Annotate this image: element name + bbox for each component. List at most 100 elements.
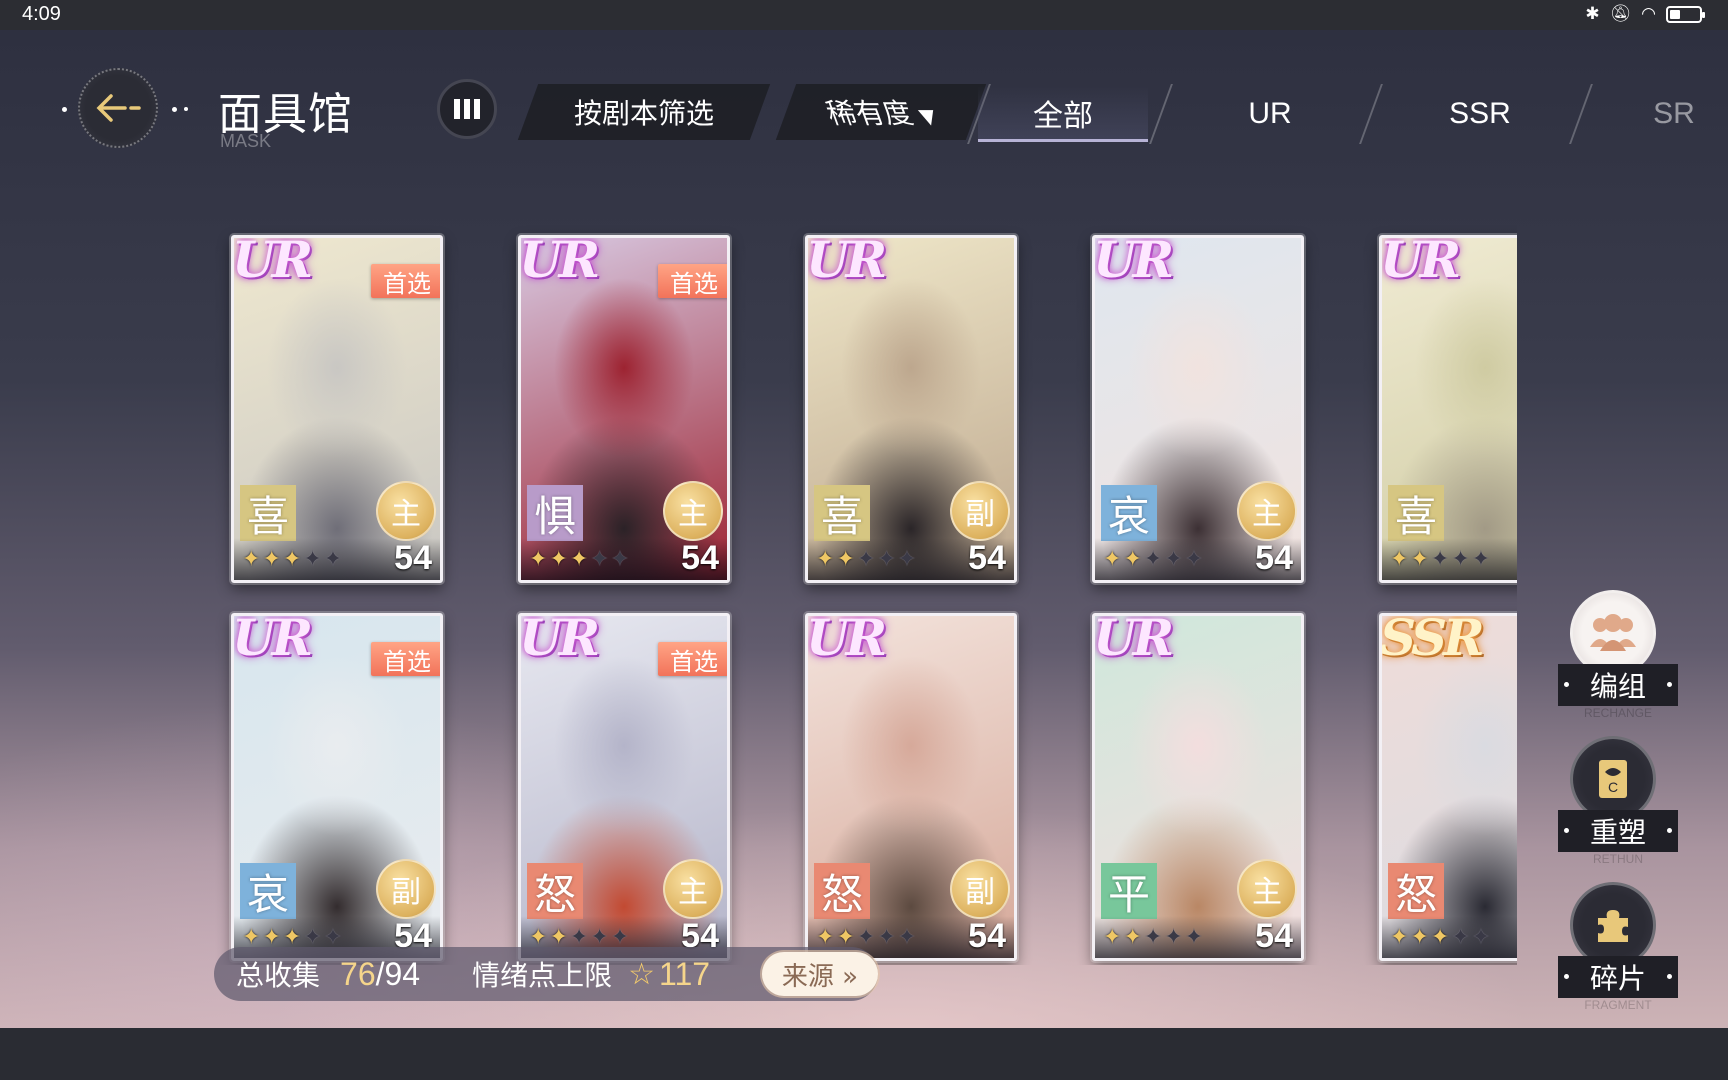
- mask-card[interactable]: UR 平主 ✦ ✦ ✦ ✦ ✦ 54: [1092, 613, 1304, 961]
- star-filled-icon: ✦: [836, 546, 855, 572]
- emotion-badge: 哀: [1101, 485, 1157, 541]
- star-filled-icon: ✦: [569, 546, 589, 572]
- mask-card[interactable]: UR 首选哀副 ✦ ✦ ✦ ✦ ✦ 54: [231, 613, 443, 961]
- star-empty-icon: ✦: [1451, 546, 1470, 572]
- star-empty-icon: ✦: [1164, 546, 1183, 572]
- star-empty-icon: ✦: [590, 924, 609, 950]
- emotion-badge: 惧: [527, 485, 583, 541]
- mask-card[interactable]: UR 怒副 ✦ ✦ ✦ ✦ ✦ 54: [805, 613, 1017, 961]
- role-badge: 主: [663, 481, 723, 541]
- reshape-button-label: 重塑: [1558, 810, 1678, 852]
- rarity-badge: UR: [806, 613, 887, 667]
- back-button[interactable]: [78, 68, 158, 148]
- tab-sr[interactable]: SR: [1620, 86, 1728, 142]
- team-button-label: 编组: [1558, 664, 1678, 706]
- star-filled-icon: ✦: [816, 924, 835, 950]
- wifi-icon: ◠: [1641, 4, 1656, 24]
- preferred-badge: 首选: [371, 264, 440, 298]
- star-empty-icon: ✦: [323, 924, 343, 950]
- team-button-en: RECHANGE: [1583, 706, 1652, 720]
- decor-dot: [172, 107, 177, 112]
- role-badge: 副: [950, 859, 1010, 919]
- preferred-badge: 首选: [658, 264, 727, 298]
- preferred-badge: 首选: [658, 642, 727, 676]
- divider: [1149, 84, 1173, 144]
- emotion-badge: 平: [1101, 863, 1157, 919]
- mask-card[interactable]: SSR 怒 ✦ ✦ ✦ ✦ ✦: [1379, 613, 1517, 961]
- svg-text:C: C: [1608, 779, 1618, 795]
- emotion-badge: 喜: [240, 485, 296, 541]
- mask-gallery-scene: 面具馆 MASK 按剧本筛选 稀有度 ▼ 全部 UR SSR SR UR 首选喜主…: [0, 30, 1728, 1028]
- star-filled-icon: ✦: [1390, 924, 1409, 950]
- rarity-label: 稀有度: [821, 97, 918, 130]
- rarity-badge: UR: [806, 235, 887, 289]
- star-empty-icon: ✦: [569, 924, 589, 950]
- card-level: 54: [968, 539, 1006, 577]
- emotion-badge: 怒: [814, 863, 870, 919]
- total-collection-label: 总收集: [236, 959, 321, 992]
- rarity-badge: UR: [1380, 235, 1461, 289]
- star-empty-icon: ✦: [590, 546, 609, 572]
- star-filled-icon: ✦: [529, 546, 548, 572]
- role-badge: 副: [950, 481, 1010, 541]
- tab-all[interactable]: 全部: [978, 86, 1148, 142]
- status-time: 4:09: [22, 3, 61, 25]
- source-button[interactable]: 来源 »: [762, 952, 878, 996]
- star-filled-icon: ✦: [242, 924, 261, 950]
- role-badge: 副: [376, 859, 436, 919]
- star-icon: ☆: [628, 956, 656, 992]
- divider: [1569, 84, 1593, 144]
- star-empty-icon: ✦: [1451, 924, 1470, 950]
- star-empty-icon: ✦: [1143, 924, 1163, 950]
- mute-icon: 🔕︎: [1609, 4, 1632, 24]
- mask-card[interactable]: UR 喜副 ✦ ✦ ✦ ✦ ✦ 54: [805, 235, 1017, 583]
- rarity-dropdown[interactable]: 稀有度 ▼: [775, 84, 987, 140]
- mask-card[interactable]: UR 哀主 ✦ ✦ ✦ ✦ ✦ 54: [1092, 235, 1304, 583]
- star-filled-icon: ✦: [549, 546, 568, 572]
- view-toggle-button[interactable]: [437, 79, 497, 139]
- role-badge: 主: [376, 481, 436, 541]
- rarity-badge: SSR: [1380, 613, 1485, 667]
- emotion-badge: 怒: [1388, 863, 1444, 919]
- rarity-badge: UR: [519, 613, 600, 667]
- star-empty-icon: ✦: [877, 924, 896, 950]
- fragment-button-en: FRAGMENT: [1584, 998, 1652, 1012]
- role-badge: 主: [663, 859, 723, 919]
- mask-card[interactable]: UR 首选惧主 ✦ ✦ ✦ ✦ ✦ 54: [518, 235, 730, 583]
- collected-count: 76: [340, 955, 376, 992]
- star-empty-icon: ✦: [323, 546, 343, 572]
- star-filled-icon: ✦: [1410, 924, 1429, 950]
- tab-ssr[interactable]: SSR: [1390, 86, 1570, 142]
- status-bar: 4:09 ✱ 🔕︎ ◠: [0, 0, 1728, 30]
- star-empty-icon: ✦: [856, 546, 876, 572]
- role-badge: 主: [1237, 859, 1297, 919]
- tab-ur[interactable]: UR: [1180, 86, 1360, 142]
- star-filled-icon: ✦: [836, 924, 855, 950]
- star-filled-icon: ✦: [1390, 546, 1409, 572]
- emotion-badge: 怒: [527, 863, 583, 919]
- star-empty-icon: ✦: [610, 546, 630, 572]
- divider: [1359, 84, 1383, 144]
- card-level: 54: [394, 539, 432, 577]
- mask-card[interactable]: UR 喜 ✦ ✦ ✦ ✦ ✦: [1379, 235, 1517, 583]
- star-empty-icon: ✦: [1471, 924, 1491, 950]
- mask-card[interactable]: UR 首选喜主 ✦ ✦ ✦ ✦ ✦ 54: [231, 235, 443, 583]
- star-filled-icon: ✦: [242, 546, 261, 572]
- mask-card[interactable]: UR 首选怒主 ✦ ✦ ✦ ✦ ✦ 54: [518, 613, 730, 961]
- rarity-badge: UR: [232, 235, 313, 289]
- card-level: 54: [968, 917, 1006, 955]
- star-filled-icon: ✦: [1430, 924, 1450, 950]
- role-badge: 主: [1237, 481, 1297, 541]
- star-empty-icon: ✦: [1471, 546, 1491, 572]
- star-filled-icon: ✦: [549, 924, 568, 950]
- star-empty-icon: ✦: [1430, 546, 1450, 572]
- system-nav-bar: [0, 1028, 1728, 1080]
- star-empty-icon: ✦: [1184, 546, 1204, 572]
- star-empty-icon: ✦: [303, 924, 322, 950]
- star-filled-icon: ✦: [529, 924, 548, 950]
- star-filled-icon: ✦: [1103, 546, 1122, 572]
- star-empty-icon: ✦: [856, 924, 876, 950]
- total-count: /94: [375, 955, 421, 992]
- columns-icon: [454, 99, 480, 119]
- filter-by-script-button[interactable]: 按剧本筛选: [517, 84, 771, 140]
